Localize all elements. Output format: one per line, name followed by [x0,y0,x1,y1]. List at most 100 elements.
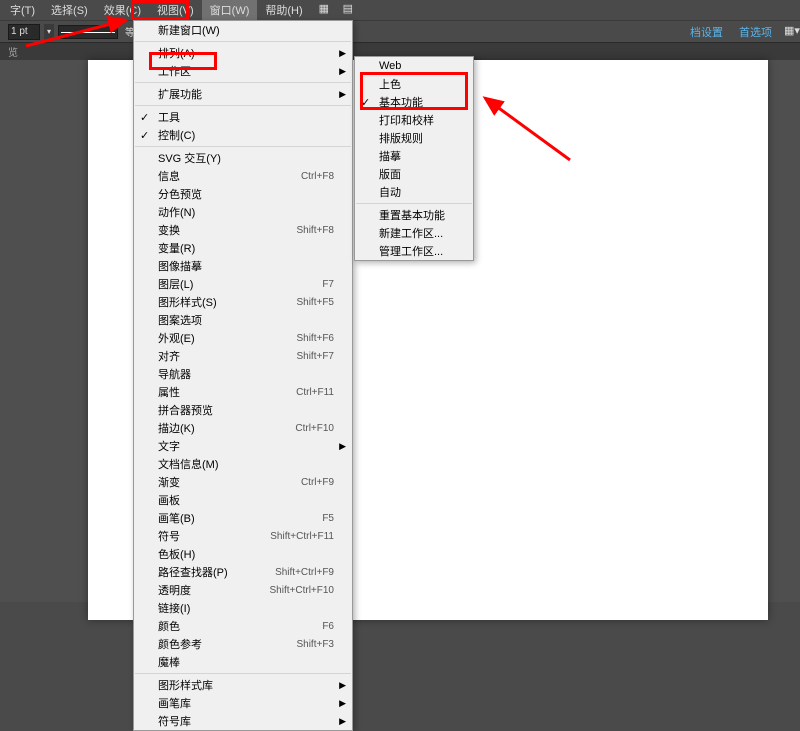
stroke-weight-input[interactable] [8,24,40,40]
menu-item-label: 对齐 [158,348,278,364]
window-menu-item[interactable]: 图案选项 [134,311,352,329]
workspace-menu-item[interactable]: 版面 [355,165,473,183]
toolbar-extra-icon[interactable]: ▦▾ [784,24,800,40]
window-menu-item[interactable]: 拼合器预览 [134,401,352,419]
window-menu-item[interactable]: 图形样式库▶ [134,676,352,694]
menu-item-label: 外观(E) [158,330,278,346]
docsetup-link[interactable]: 档设置 [690,24,723,40]
window-menu-item[interactable]: ✓控制(C) [134,126,352,144]
window-menu-item[interactable]: 分色预览 [134,185,352,203]
menu-item-label: 图形样式(S) [158,294,278,310]
window-menu-item[interactable]: 排列(A)▶ [134,44,352,62]
window-menu-item[interactable]: 魔棒 [134,653,352,671]
menu-item-label: 魔棒 [158,654,334,670]
menu-item-label: 管理工作区... [379,243,455,259]
check-icon: ✓ [140,111,149,124]
workspace-menu-item[interactable]: 上色 [355,75,473,93]
menu-item-label: 描摹 [379,148,455,164]
preferences-link[interactable]: 首选项 [739,24,772,40]
doc-tab-label[interactable]: 览 [8,44,18,59]
menu-item-shortcut: Shift+F5 [296,297,334,308]
menu-item-label: Web [379,60,455,72]
menu-text[interactable]: 字(T) [2,0,43,20]
window-menu-item[interactable]: 颜色F6 [134,617,352,635]
window-menu-item[interactable]: 文档信息(M) [134,455,352,473]
window-menu-item[interactable]: 透明度Shift+Ctrl+F10 [134,581,352,599]
workspace-menu-item[interactable]: 管理工作区... [355,242,473,260]
window-menu-item[interactable]: ✓工具 [134,108,352,126]
menu-effect[interactable]: 效果(C) [96,0,149,20]
window-menu: 新建窗口(W) 排列(A)▶工作区▶ 扩展功能▶ ✓工具✓控制(C) SVG 交互(Y)… [133,20,353,731]
workspace-menu-item[interactable]: 描摹 [355,147,473,165]
menu-item-label: 属性 [158,384,278,400]
menu-item-label: 排版规则 [379,130,455,146]
toolbar-mode-icon[interactable]: ▦ [319,2,335,18]
window-menu-item[interactable]: 颜色参考Shift+F3 [134,635,352,653]
workspace-menu-item[interactable]: 重置基本功能 [355,206,473,224]
submenu-arrow-icon: ▶ [339,66,346,77]
menu-item-label: 图形样式库 [158,677,334,693]
menu-item-shortcut: F7 [322,279,334,290]
menu-help[interactable]: 帮助(H) [257,0,310,20]
menubar: 字(T) 选择(S) 效果(C) 视图(V) 窗口(W) 帮助(H) ▦ ▤ [0,0,800,20]
menu-item-label: 路径查找器(P) [158,564,257,580]
stroke-weight-dropdown[interactable]: ▾ [44,24,54,40]
window-menu-item[interactable]: 渐变Ctrl+F9 [134,473,352,491]
workspace-menu-item[interactable]: 排版规则 [355,129,473,147]
menu-select[interactable]: 选择(S) [43,0,96,20]
window-menu-item[interactable]: 属性Ctrl+F11 [134,383,352,401]
menu-item-label: 版面 [379,166,455,182]
menu-item-label: 链接(I) [158,600,334,616]
window-menu-item[interactable]: 工作区▶ [134,62,352,80]
menu-item-label: 透明度 [158,582,252,598]
check-icon: ✓ [140,129,149,142]
window-menu-item[interactable]: 对齐Shift+F7 [134,347,352,365]
submenu-arrow-icon: ▶ [339,698,346,709]
menu-item-shortcut: F5 [322,513,334,524]
menu-window[interactable]: 窗口(W) [202,0,258,20]
menu-item-shortcut: Shift+Ctrl+F9 [275,567,334,578]
menu-item-label: SVG 交互(Y) [158,150,334,166]
window-menu-item[interactable]: 新建窗口(W) [134,21,352,39]
window-menu-item[interactable]: 图形样式(S) Shift+F5 [134,293,352,311]
menu-item-label: 新建工作区... [379,225,455,241]
window-menu-item[interactable]: 画板 [134,491,352,509]
menu-item-label: 上色 [379,76,455,92]
workspace-menu-item[interactable]: 新建工作区... [355,224,473,242]
window-menu-item[interactable]: 描边(K)Ctrl+F10 [134,419,352,437]
submenu-arrow-icon: ▶ [339,441,346,452]
workspace-menu-item[interactable]: Web [355,57,473,75]
menu-item-label: 画笔(B) [158,510,304,526]
menu-item-label: 新建窗口(W) [158,22,334,38]
window-menu-item[interactable]: 导航器 [134,365,352,383]
workspace-menu-item[interactable]: 打印和校样 [355,111,473,129]
menu-view[interactable]: 视图(V) [149,0,202,20]
menu-item-shortcut: Ctrl+F8 [301,171,334,182]
window-menu-item[interactable]: 图层(L)F7 [134,275,352,293]
window-menu-item[interactable]: 符号Shift+Ctrl+F11 [134,527,352,545]
window-menu-item[interactable]: 路径查找器(P) Shift+Ctrl+F9 [134,563,352,581]
window-menu-item[interactable]: 图像描摹 [134,257,352,275]
menu-item-label: 信息 [158,168,283,184]
window-menu-item[interactable]: 画笔(B) F5 [134,509,352,527]
toolbar-mode-icon-2[interactable]: ▤ [343,2,359,18]
window-menu-item[interactable]: 信息 Ctrl+F8 [134,167,352,185]
menu-item-label: 图案选项 [158,312,334,328]
menu-item-label: 符号 [158,528,252,544]
stroke-style-slot[interactable] [58,25,118,39]
window-menu-item[interactable]: 色板(H) [134,545,352,563]
workspace-menu-item[interactable]: ✓基本功能 [355,93,473,111]
window-menu-item[interactable]: 变量(R) [134,239,352,257]
window-menu-item[interactable]: 符号库▶ [134,712,352,730]
window-menu-item[interactable]: 变换Shift+F8 [134,221,352,239]
window-menu-item[interactable]: SVG 交互(Y) [134,149,352,167]
window-menu-item[interactable]: 画笔库▶ [134,694,352,712]
workspace-menu-item[interactable]: 自动 [355,183,473,201]
window-menu-item[interactable]: 动作(N) [134,203,352,221]
window-menu-item[interactable]: 文字▶ [134,437,352,455]
menu-item-label: 画板 [158,492,334,508]
window-menu-item[interactable]: 扩展功能▶ [134,85,352,103]
menu-item-label: 动作(N) [158,204,334,220]
window-menu-item[interactable]: 外观(E)Shift+F6 [134,329,352,347]
menu-separator [356,203,472,204]
